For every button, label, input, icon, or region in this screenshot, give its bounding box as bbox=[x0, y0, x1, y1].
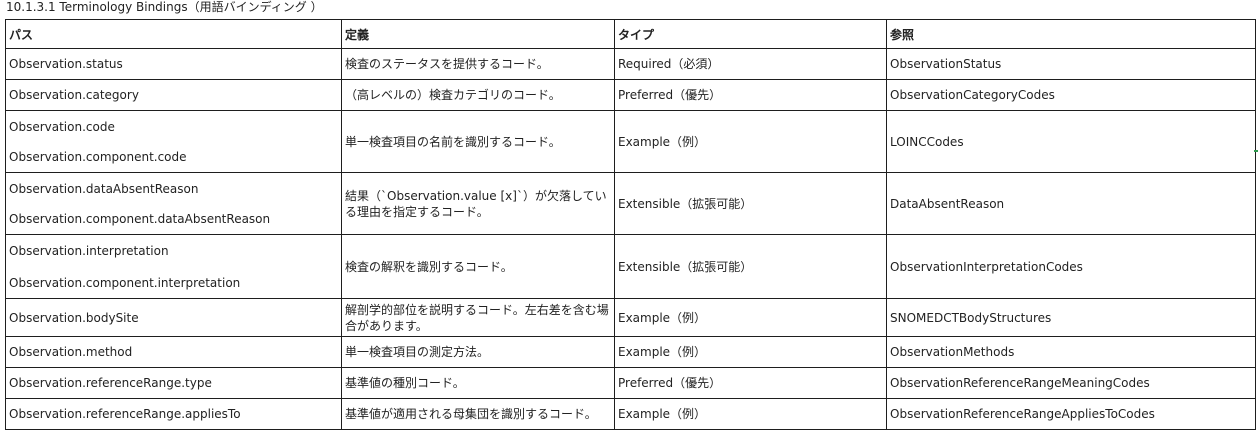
section-caption: 10.1.3.1 Terminology Bindings（用語バインディング … bbox=[6, 0, 323, 14]
path-text: Observation.status bbox=[9, 57, 123, 71]
reference-cell: ObservationReferenceRangeAppliesToCodes bbox=[886, 398, 1256, 430]
path-text: Observation.component.dataAbsentReason bbox=[9, 211, 271, 226]
valueset-reference: DataAbsentReason bbox=[890, 196, 1005, 211]
table-row: Observation.code Observation.component.c… bbox=[5, 110, 1256, 173]
path-cell: Observation.status bbox=[5, 48, 342, 80]
definition-text: 単一検査項目の名前を識別するコード。 bbox=[345, 134, 561, 149]
path-text: Observation.bodySite bbox=[9, 310, 139, 325]
valueset-reference: LOINCCodes bbox=[890, 134, 964, 149]
binding-strength: Preferred（優先） bbox=[618, 88, 722, 102]
path-text: Observation.component.code bbox=[9, 149, 187, 164]
path-text: Observation.category bbox=[9, 88, 139, 102]
reference-cell: LOINCCodes bbox=[886, 110, 1256, 173]
table-row: Observation.referenceRange.appliesTo 基準値… bbox=[5, 398, 1256, 430]
definition-text: 検査の解釈を識別するコード。 bbox=[345, 259, 513, 274]
binding-strength: Extensible（拡張可能） bbox=[618, 259, 753, 274]
reference-cell: ObservationReferenceRangeMeaningCodes bbox=[886, 367, 1256, 399]
path-cell: Observation.category bbox=[5, 79, 342, 111]
type-cell: Required（必須） bbox=[614, 48, 887, 80]
type-cell: Example（例） bbox=[614, 398, 887, 430]
path-text: Observation.component.interpretation bbox=[9, 275, 241, 290]
definition-cell: 解剖学的部位を説明するコード。左右差を含む場合があります。 bbox=[341, 298, 615, 337]
binding-strength: Example（例） bbox=[618, 310, 707, 325]
path-text: Observation.referenceRange.appliesTo bbox=[9, 407, 241, 421]
table-row: Observation.status 検査のステータスを提供するコード。 Req… bbox=[5, 48, 1256, 80]
column-header-type: タイプ bbox=[614, 19, 887, 49]
binding-strength: Example（例） bbox=[618, 345, 707, 359]
table-row: Observation.bodySite 解剖学的部位を説明するコード。左右差を… bbox=[5, 298, 1256, 337]
path-cell: Observation.bodySite bbox=[5, 298, 342, 337]
binding-strength: Example（例） bbox=[618, 407, 707, 421]
valueset-reference: SNOMEDCTBodyStructures bbox=[890, 310, 1052, 325]
definition-cell: 結果（`Observation.value [x]`）が欠落している理由を指定す… bbox=[341, 172, 615, 235]
definition-text: 単一検査項目の測定方法。 bbox=[345, 345, 490, 359]
path-cell: Observation.referenceRange.type bbox=[5, 367, 342, 399]
type-cell: Preferred（優先） bbox=[614, 79, 887, 111]
binding-strength: Required（必須） bbox=[618, 57, 720, 71]
reference-cell: ObservationInterpretationCodes bbox=[886, 234, 1256, 299]
type-cell: Extensible（拡張可能） bbox=[614, 172, 887, 235]
binding-strength: Example（例） bbox=[618, 134, 707, 149]
column-header-reference: 参照 bbox=[886, 19, 1256, 49]
reference-cell: DataAbsentReason bbox=[886, 172, 1256, 235]
path-cell: Observation.referenceRange.appliesTo bbox=[5, 398, 342, 430]
path-cell: Observation.interpretation Observation.c… bbox=[5, 234, 342, 299]
table-row: Observation.dataAbsentReason Observation… bbox=[5, 172, 1256, 235]
valueset-reference: ObservationReferenceRangeAppliesToCodes bbox=[890, 407, 1155, 421]
table-row: Observation.interpretation Observation.c… bbox=[5, 234, 1256, 299]
column-header-definition: 定義 bbox=[341, 19, 615, 49]
definition-cell: 検査の解釈を識別するコード。 bbox=[341, 234, 615, 299]
path-cell: Observation.code Observation.component.c… bbox=[5, 110, 342, 173]
valueset-reference: ObservationStatus bbox=[890, 57, 1002, 71]
path-text: Observation.code bbox=[9, 119, 115, 134]
definition-cell: 基準値が適用される母集団を識別するコード。 bbox=[341, 398, 615, 430]
type-cell: Example（例） bbox=[614, 298, 887, 337]
table-row: Observation.method 単一検査項目の測定方法。 Example（… bbox=[5, 336, 1256, 368]
definition-text: 結果（`Observation.value [x]`）が欠落している理由を指定す… bbox=[345, 188, 607, 219]
definition-text: 解剖学的部位を説明するコード。左右差を含む場合があります。 bbox=[345, 302, 609, 333]
reference-cell: ObservationCategoryCodes bbox=[886, 79, 1256, 111]
valueset-reference: ObservationInterpretationCodes bbox=[890, 259, 1083, 274]
type-cell: Example（例） bbox=[614, 110, 887, 173]
definition-cell: 単一検査項目の測定方法。 bbox=[341, 336, 615, 368]
definition-text: 基準値が適用される母集団を識別するコード。 bbox=[345, 407, 597, 421]
reference-cell: ObservationStatus bbox=[886, 48, 1256, 80]
table-row: Observation.referenceRange.type 基準値の種別コー… bbox=[5, 367, 1256, 399]
definition-text: 基準値の種別コード。 bbox=[345, 376, 465, 390]
edge-mark bbox=[1254, 150, 1258, 152]
table-row: Observation.category （高レベルの）検査カテゴリのコード。 … bbox=[5, 79, 1256, 111]
valueset-reference: ObservationMethods bbox=[890, 345, 1015, 359]
binding-strength: Preferred（優先） bbox=[618, 376, 722, 390]
definition-text: （高レベルの）検査カテゴリのコード。 bbox=[345, 88, 561, 102]
path-text: Observation.interpretation bbox=[9, 243, 169, 258]
type-cell: Extensible（拡張可能） bbox=[614, 234, 887, 299]
path-cell: Observation.method bbox=[5, 336, 342, 368]
definition-cell: 検査のステータスを提供するコード。 bbox=[341, 48, 615, 80]
definition-cell: 基準値の種別コード。 bbox=[341, 367, 615, 399]
path-text: Observation.referenceRange.type bbox=[9, 376, 212, 390]
reference-cell: ObservationMethods bbox=[886, 336, 1256, 368]
path-text: Observation.method bbox=[9, 345, 133, 359]
path-text: Observation.dataAbsentReason bbox=[9, 181, 199, 196]
definition-cell: 単一検査項目の名前を識別するコード。 bbox=[341, 110, 615, 173]
binding-strength: Extensible（拡張可能） bbox=[618, 196, 753, 211]
valueset-reference: ObservationReferenceRangeMeaningCodes bbox=[890, 376, 1150, 390]
reference-cell: SNOMEDCTBodyStructures bbox=[886, 298, 1256, 337]
definition-text: 検査のステータスを提供するコード。 bbox=[345, 57, 549, 71]
table-header-row: パス 定義 タイプ 参照 bbox=[5, 19, 1256, 49]
path-cell: Observation.dataAbsentReason Observation… bbox=[5, 172, 342, 235]
definition-cell: （高レベルの）検査カテゴリのコード。 bbox=[341, 79, 615, 111]
type-cell: Preferred（優先） bbox=[614, 367, 887, 399]
valueset-reference: ObservationCategoryCodes bbox=[890, 88, 1055, 102]
type-cell: Example（例） bbox=[614, 336, 887, 368]
column-header-path: パス bbox=[5, 19, 342, 49]
terminology-bindings-table: パス 定義 タイプ 参照 Observation.status 検査のステータス… bbox=[5, 19, 1256, 430]
